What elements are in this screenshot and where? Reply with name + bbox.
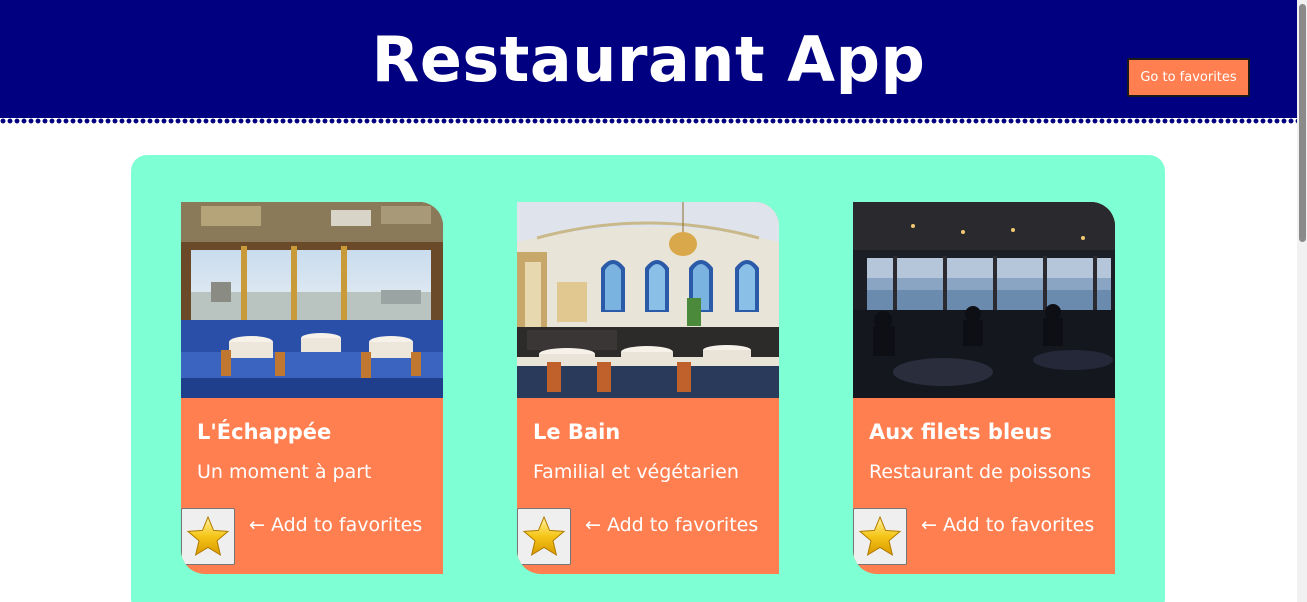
add-to-favorites-button[interactable]: [853, 508, 907, 565]
restaurant-photo: [181, 202, 443, 398]
page: Restaurant App Go to favorites L'Échappé…: [0, 0, 1307, 602]
add-to-favorites-label: ← Add to favorites: [585, 514, 759, 536]
restaurant-name: L'Échappée: [197, 420, 332, 444]
restaurant-card: Le Bain Familial et végétarien ← Add to …: [517, 202, 779, 574]
restaurant-description: Un moment à part: [197, 461, 372, 483]
star-icon: [522, 515, 566, 556]
add-to-favorites-button[interactable]: [181, 508, 235, 565]
restaurant-name: Le Bain: [533, 420, 621, 444]
scrollbar-thumb[interactable]: [1299, 4, 1306, 242]
add-to-favorites-label: ← Add to favorites: [249, 514, 423, 536]
restaurant-description: Familial et végétarien: [533, 461, 739, 483]
star-icon: [186, 515, 230, 556]
restaurant-photo: [853, 202, 1115, 398]
add-to-favorites-label: ← Add to favorites: [921, 514, 1095, 536]
app-title: Restaurant App: [371, 23, 926, 96]
star-icon: [858, 515, 902, 556]
restaurant-card: L'Échappée Un moment à part ← Add to fav…: [181, 202, 443, 574]
restaurant-description: Restaurant de poissons: [869, 461, 1092, 483]
restaurant-photo: [517, 202, 779, 398]
restaurant-name: Aux filets bleus: [869, 420, 1052, 444]
restaurant-card: Aux filets bleus Restaurant de poissons …: [853, 202, 1115, 574]
add-to-favorites-button[interactable]: [517, 508, 571, 565]
app-header: Restaurant App Go to favorites: [0, 0, 1297, 124]
page-scrollbar[interactable]: [1297, 0, 1307, 602]
go-to-favorites-button[interactable]: Go to favorites: [1127, 58, 1250, 97]
